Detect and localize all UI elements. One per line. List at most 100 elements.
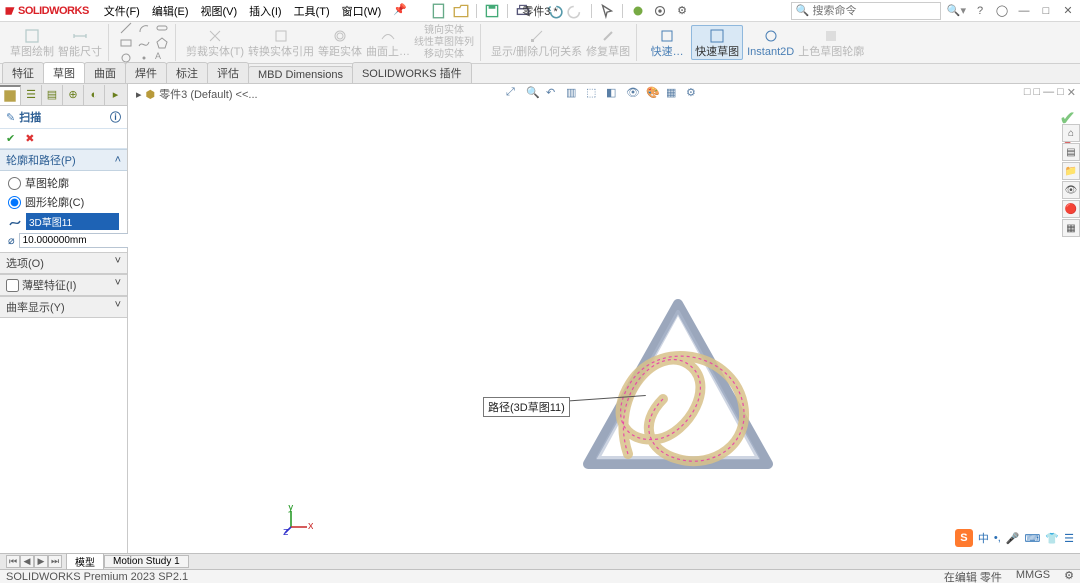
fm-dim-icon[interactable]: ⊕ [63, 85, 84, 105]
slot-icon[interactable] [155, 21, 169, 35]
zoom-area-icon[interactable]: 🔍 [526, 86, 542, 102]
convert-entities-button[interactable]: 转换实体引用 [248, 27, 314, 58]
taskpane-custom-icon[interactable]: ▦ [1062, 219, 1080, 237]
radio-input[interactable] [8, 196, 21, 209]
feature-breadcrumb[interactable]: ▸ ⬢ 零件3 (Default) <<... [136, 86, 258, 102]
tab-weldments[interactable]: 焊件 [125, 62, 167, 83]
ime-menu-icon[interactable]: ☰ [1064, 532, 1074, 545]
taskpane-home-icon[interactable]: ⌂ [1062, 124, 1080, 142]
view-orient-icon[interactable]: ⬚ [586, 86, 602, 102]
orientation-triad[interactable]: y x z [283, 505, 313, 535]
menu-tools[interactable]: 工具(T) [289, 1, 335, 21]
display-style-icon[interactable]: ◧ [606, 86, 622, 102]
pm-cancel-button[interactable]: ✖ [25, 132, 34, 145]
fm-property-icon[interactable]: ☰ [21, 85, 42, 105]
open-icon[interactable] [452, 2, 470, 20]
tab-surfaces[interactable]: 曲面 [84, 62, 126, 83]
search-input[interactable] [812, 5, 935, 17]
minimize-button[interactable]: — [1016, 3, 1032, 19]
tab-sketch[interactable]: 草图 [43, 62, 85, 83]
fm-config-icon[interactable]: ▤ [42, 85, 63, 105]
taskpane-resources-icon[interactable]: ▤ [1062, 143, 1080, 161]
settings-gear-icon[interactable]: ⚙ [673, 2, 691, 20]
tab-next-icon[interactable]: ▶ [34, 555, 48, 568]
tab-mbd[interactable]: MBD Dimensions [248, 66, 353, 83]
tab-evaluate[interactable]: 评估 [207, 62, 249, 83]
search-dropdown-icon[interactable]: 🔍▾ [947, 4, 966, 17]
tab-model[interactable]: 模型 [66, 553, 104, 570]
radio-circular-profile[interactable]: 圆形轮廓(C) [8, 194, 119, 210]
rapid-sketch-button[interactable]: 快速草图 [691, 25, 743, 60]
tab-last-icon[interactable]: ⏭ [48, 555, 62, 568]
pm-section-curvature[interactable]: 曲率显示(Y) ˅ [0, 296, 127, 318]
status-units[interactable]: MMGS [1016, 569, 1050, 583]
menu-file[interactable]: 文件(F) [99, 1, 145, 21]
repair-sketch-button[interactable]: 修复草图 [586, 27, 630, 58]
menu-window[interactable]: 窗口(W) [337, 1, 387, 21]
radio-sketch-profile[interactable]: 草图轮廓 [8, 175, 119, 191]
tab-first-icon[interactable]: ⏮ [6, 555, 20, 568]
line-icon[interactable] [119, 21, 133, 35]
smart-dimension-button[interactable]: 智能尺寸 [58, 27, 102, 58]
tab-motion-study[interactable]: Motion Study 1 [104, 555, 189, 568]
section-header[interactable]: 轮廓和路径(P) ˄ [0, 150, 127, 171]
tab-addins[interactable]: SOLIDWORKS 插件 [352, 62, 472, 83]
sogou-ime-icon[interactable]: S [955, 529, 973, 547]
arc-icon[interactable] [137, 21, 151, 35]
view-settings-icon[interactable]: ⚙ [686, 86, 702, 102]
shaded-sketch-button[interactable]: 上色草图轮廓 [798, 27, 864, 58]
ime-keyboard-icon[interactable]: ⌨ [1025, 532, 1041, 545]
new-icon[interactable] [430, 2, 448, 20]
save-icon[interactable] [483, 2, 501, 20]
mirror-entities-button[interactable]: 镜向实体 [414, 25, 474, 36]
appearance-icon[interactable]: 🎨 [646, 86, 662, 102]
fm-display-icon[interactable]: ◐ [84, 85, 105, 105]
section-view-icon[interactable]: ▥ [566, 86, 582, 102]
ime-lang[interactable]: 中 [978, 530, 989, 546]
scene-icon[interactable]: ▦ [666, 86, 682, 102]
options-icon[interactable] [651, 2, 669, 20]
maximize-button[interactable]: □ [1038, 3, 1054, 19]
path-callout[interactable]: 路径(3D草图11) [483, 397, 570, 417]
trim-button[interactable]: 剪裁实体(T) [186, 27, 244, 58]
pm-help-icon[interactable]: ⓘ [110, 109, 121, 125]
offset-entities-button[interactable]: 等距实体 [318, 27, 362, 58]
mdi-icon2[interactable]: □ [1033, 86, 1040, 99]
fm-tree-icon[interactable] [0, 85, 21, 105]
notifications-icon[interactable]: ◯ [994, 3, 1010, 19]
command-search[interactable]: 🔍 [791, 2, 941, 20]
status-gear-icon[interactable]: ⚙ [1064, 569, 1074, 583]
ime-skin-icon[interactable]: 👕 [1045, 532, 1059, 545]
rebuild-icon[interactable] [629, 2, 647, 20]
linear-pattern-button[interactable]: 线性草图阵列 [414, 37, 474, 48]
menu-insert[interactable]: 插入(I) [244, 1, 286, 21]
zoom-fit-icon[interactable]: ⤢ [506, 86, 522, 102]
tab-annotate[interactable]: 标注 [166, 62, 208, 83]
mdi-max[interactable]: □ [1057, 86, 1064, 99]
close-button[interactable]: ✕ [1060, 3, 1076, 19]
prev-view-icon[interactable]: ↶ [546, 86, 562, 102]
tab-features[interactable]: 特征 [2, 62, 44, 83]
sketch-button[interactable]: 草图绘制 [10, 27, 54, 58]
thin-checkbox[interactable] [6, 279, 19, 292]
quick-snaps-button[interactable]: 快速… [647, 27, 687, 58]
surface-offset-button[interactable]: 曲面上… [366, 27, 410, 58]
taskpane-view-icon[interactable]: 👁 [1062, 181, 1080, 199]
mdi-icon1[interactable]: □ [1024, 86, 1031, 99]
polygon-icon[interactable] [155, 36, 169, 50]
help-icon[interactable]: ? [972, 3, 988, 19]
ime-mic-icon[interactable]: 🎤 [1006, 532, 1020, 545]
mdi-min[interactable]: — [1043, 86, 1054, 99]
instant2d-button[interactable]: Instant2D [747, 27, 794, 58]
taskpane-appearance-icon[interactable]: 🔴 [1062, 200, 1080, 218]
radio-input[interactable] [8, 177, 21, 190]
mdi-close[interactable]: ✕ [1067, 86, 1076, 99]
menu-pin-icon[interactable]: 📌 [388, 1, 412, 21]
move-entities-button[interactable]: 移动实体 [414, 49, 474, 60]
ime-punct-icon[interactable]: •, [994, 532, 1001, 544]
path-selection-field[interactable]: 3D草图11 [8, 213, 119, 230]
pm-section-options[interactable]: 选项(O) ˅ [0, 252, 127, 274]
graphics-viewport[interactable]: ▸ ⬢ 零件3 (Default) <<... ⤢ 🔍 ↶ ▥ ⬚ ◧ 👁 🎨 … [128, 84, 1080, 553]
taskpane-library-icon[interactable]: 📁 [1062, 162, 1080, 180]
fm-expand-icon[interactable]: ▸ [105, 85, 126, 105]
